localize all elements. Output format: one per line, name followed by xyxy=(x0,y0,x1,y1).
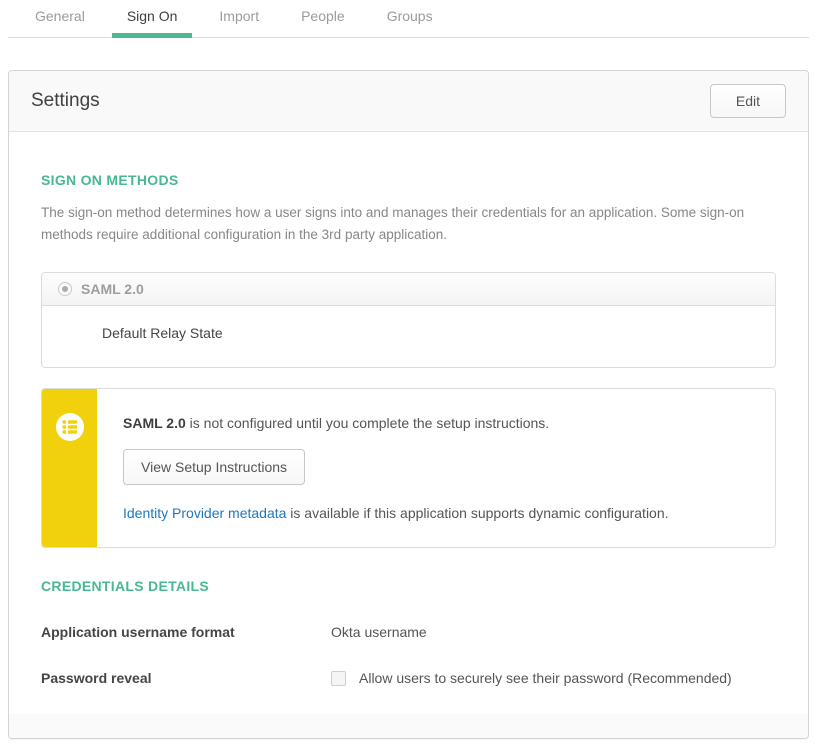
password-reveal-checkbox-label: Allow users to securely see their passwo… xyxy=(359,670,732,686)
settings-panel-footer xyxy=(9,714,808,738)
callout-link-line: Identity Provider metadata is available … xyxy=(123,505,669,521)
tab-people[interactable]: People xyxy=(286,8,360,38)
password-reveal-row: Password reveal Allow users to securely … xyxy=(41,670,776,686)
view-setup-instructions-button[interactable]: View Setup Instructions xyxy=(123,449,305,485)
callout-content: SAML 2.0 is not configured until you com… xyxy=(97,389,693,547)
saml-method-body: Default Relay State xyxy=(42,306,775,367)
credentials-details-heading: CREDENTIALS DETAILS xyxy=(41,578,776,594)
list-icon xyxy=(55,389,85,547)
tab-import[interactable]: Import xyxy=(204,8,274,38)
settings-panel-header: Settings Edit xyxy=(9,71,808,132)
saml-setup-callout: SAML 2.0 is not configured until you com… xyxy=(41,388,776,548)
saml-method-label: SAML 2.0 xyxy=(81,281,144,297)
tab-groups[interactable]: Groups xyxy=(372,8,448,38)
password-reveal-checkbox[interactable] xyxy=(331,671,346,686)
page-title: Settings xyxy=(31,90,100,112)
callout-message-text: is not configured until you complete the… xyxy=(186,415,549,431)
saml-method-header: SAML 2.0 xyxy=(42,273,775,306)
application-username-format-value: Okta username xyxy=(331,624,427,640)
password-reveal-label: Password reveal xyxy=(41,670,331,686)
default-relay-state-label: Default Relay State xyxy=(102,325,223,341)
identity-provider-metadata-link[interactable]: Identity Provider metadata xyxy=(123,505,286,521)
app-tab-bar: General Sign On Import People Groups xyxy=(8,0,809,38)
saml-radio-button[interactable] xyxy=(58,282,72,296)
settings-panel-body: SIGN ON METHODS The sign-on method deter… xyxy=(9,172,808,686)
sign-on-methods-description: The sign-on method determines how a user… xyxy=(41,202,771,246)
saml-method-box: SAML 2.0 Default Relay State xyxy=(41,272,776,368)
password-reveal-checkbox-wrap: Allow users to securely see their passwo… xyxy=(331,670,732,686)
application-username-format-row: Application username format Okta usernam… xyxy=(41,624,776,640)
callout-warning-stripe xyxy=(42,389,97,547)
callout-message: SAML 2.0 is not configured until you com… xyxy=(123,415,669,431)
radio-selected-dot xyxy=(62,286,68,292)
edit-button[interactable]: Edit xyxy=(710,84,786,118)
callout-message-bold: SAML 2.0 xyxy=(123,415,186,431)
tab-sign-on[interactable]: Sign On xyxy=(112,8,193,38)
tab-general[interactable]: General xyxy=(20,8,100,38)
callout-link-suffix: is available if this application support… xyxy=(286,505,668,521)
application-username-format-label: Application username format xyxy=(41,624,331,640)
settings-panel: Settings Edit SIGN ON METHODS The sign-o… xyxy=(8,70,809,739)
sign-on-methods-heading: SIGN ON METHODS xyxy=(41,172,776,188)
